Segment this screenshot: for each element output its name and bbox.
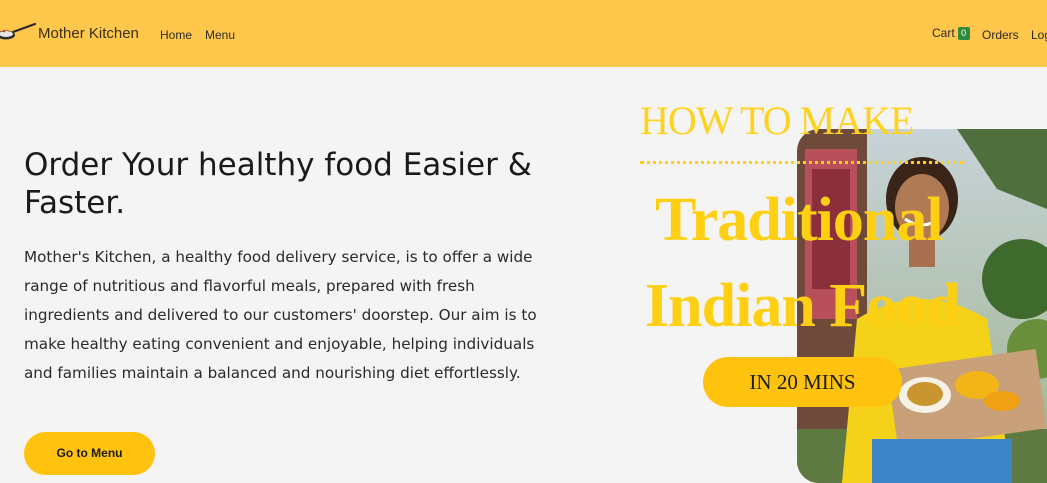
cart-link[interactable]: Cart 0 <box>932 26 970 40</box>
brand-link[interactable]: Mother Kitchen <box>0 18 139 48</box>
nav-home-link[interactable]: Home <box>160 28 192 42</box>
promo-dotted-divider <box>640 161 964 164</box>
promo-heading-how-to-make: HOW TO MAKE <box>640 98 914 143</box>
promo-time-pill: IN 20 MINS <box>703 357 902 407</box>
cart-count-badge: 0 <box>957 26 970 40</box>
cart-label: Cart <box>932 26 955 40</box>
hero-title: Order Your healthy food Easier & Faster. <box>24 147 532 221</box>
promo-banner: HOW TO MAKE Traditional Indian Food IN 2… <box>600 67 1047 483</box>
go-to-menu-button[interactable]: Go to Menu <box>24 432 155 475</box>
nav-menu-link[interactable]: Menu <box>205 28 235 42</box>
nav-logout-link[interactable]: Logout <box>1031 28 1047 42</box>
brand-name: Mother Kitchen <box>38 24 139 42</box>
navbar: Mother Kitchen Home Menu Cart 0 Orders L… <box>0 0 1047 67</box>
hero-description: Mother's Kitchen, a healthy food deliver… <box>24 248 537 382</box>
nav-orders-link[interactable]: Orders <box>982 28 1019 42</box>
promo-heading-traditional: Traditional <box>655 186 944 254</box>
promo-heading-indian-food: Indian Food <box>645 272 961 340</box>
pan-logo-icon <box>0 20 36 46</box>
